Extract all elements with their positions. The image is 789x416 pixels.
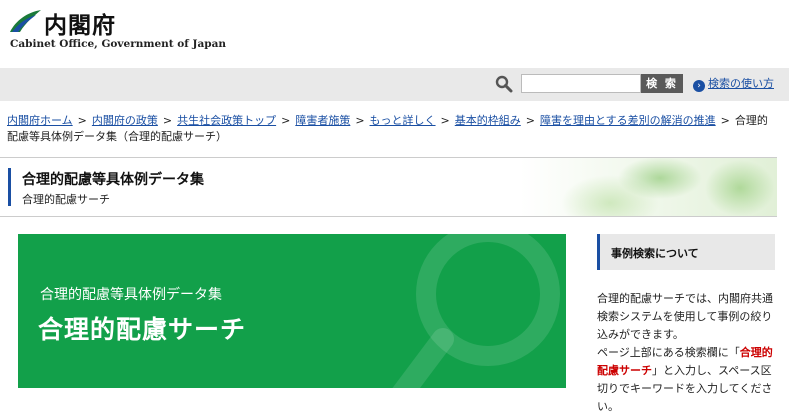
arrow-right-icon: ›	[693, 80, 705, 92]
sidebar-text-1: 合理的配慮サーチでは、内閣府共通検索システムを使用して事例の絞り込みができます。	[597, 292, 773, 341]
search-howto-label: 検索の使い方	[708, 77, 774, 90]
banner-subtitle: 合理的配慮等具体例データ集	[40, 287, 222, 303]
search-input[interactable]	[521, 74, 641, 93]
sidebar-heading: 事例検索について	[597, 234, 775, 270]
breadcrumb-item[interactable]: 共生社会政策トップ	[177, 114, 276, 127]
breadcrumb-item[interactable]: 障害者施策	[295, 114, 350, 127]
logo-japanese[interactable]: 内閣府	[44, 6, 116, 40]
banner-title: 合理的配慮サーチ	[38, 315, 247, 344]
logo-english[interactable]: Cabinet Office, Government of Japan	[10, 38, 226, 50]
sidebar-heading-label: 事例検索について	[611, 247, 699, 260]
breadcrumb-item[interactable]: 障害を理由とする差別の解消の推進	[540, 114, 716, 127]
site-header: 内閣府 Cabinet Office, Government of Japan	[0, 0, 789, 68]
search-howto-link[interactable]: › 検索の使い方	[693, 75, 774, 92]
page-subtitle: 合理的配慮サーチ	[22, 193, 110, 206]
title-accent-bar	[8, 168, 11, 206]
search-button[interactable]: 検 索	[641, 74, 683, 93]
hero-banner: 合理的配慮等具体例データ集 合理的配慮サーチ	[18, 234, 566, 388]
leaves-decoration	[520, 158, 777, 216]
sidebar-text-2: ページ上部にある検索欄に「	[597, 346, 740, 359]
breadcrumb-item[interactable]: もっと詳しく	[370, 114, 436, 127]
cabinet-office-logo-icon[interactable]	[8, 8, 42, 34]
search-icon	[495, 75, 513, 93]
breadcrumb-item[interactable]: 内閣府ホーム	[7, 114, 73, 127]
page-title: 合理的配慮等具体例データ集	[22, 172, 204, 188]
magnifier-icon	[392, 234, 560, 388]
breadcrumb: 内閣府ホーム > 内閣府の政策 > 共生社会政策トップ > 障害者施策 > もっと詳しく > 基本的…	[7, 114, 768, 143]
page-title-bar: 合理的配慮等具体例データ集 合理的配慮サーチ	[0, 157, 777, 217]
breadcrumb-item[interactable]: 基本的枠組み	[455, 114, 521, 127]
sidebar-description: 合理的配慮サーチでは、内閣府共通検索システムを使用して事例の絞り込みができます。…	[597, 290, 775, 416]
breadcrumb-item[interactable]: 内閣府の政策	[92, 114, 158, 127]
search-bar: 検 索 › 検索の使い方	[0, 68, 789, 101]
